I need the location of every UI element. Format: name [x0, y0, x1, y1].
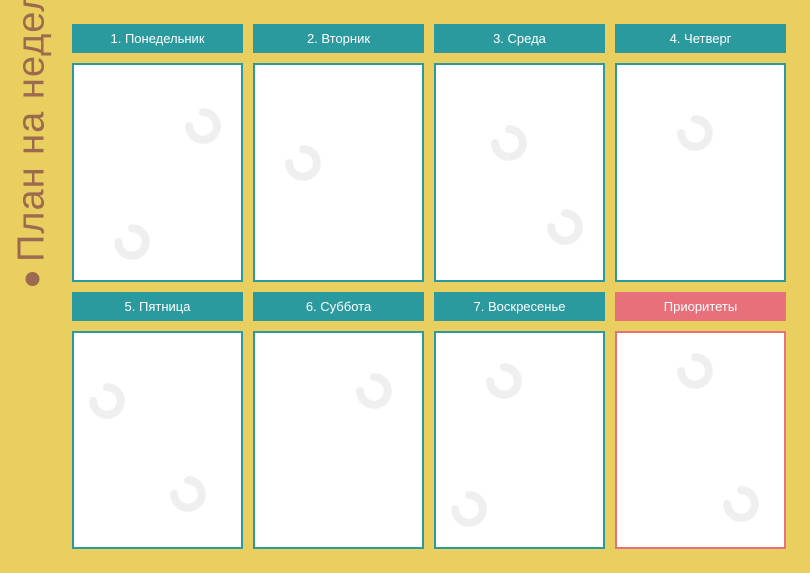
day-label: 4. Четверг: [670, 31, 732, 46]
watermark-icon: [84, 378, 130, 424]
planner-grid: 1. Понедельник 2. Вторник 3. Среда 4. Че…: [72, 24, 786, 549]
day-box-wednesday: [434, 63, 605, 282]
day-box-friday: [72, 331, 243, 550]
bullet-dot: [25, 272, 39, 286]
watermark-icon: [446, 486, 492, 532]
day-box-saturday: [253, 331, 424, 550]
watermark-icon: [481, 358, 527, 404]
priorities-box: [615, 331, 786, 550]
day-header-sunday: 7. Воскресенье: [434, 292, 605, 321]
day-label: 3. Среда: [493, 31, 546, 46]
watermark-icon: [718, 481, 764, 527]
watermark-icon: [542, 204, 588, 250]
day-box-tuesday: [253, 63, 424, 282]
day-label: 6. Суббота: [306, 299, 371, 314]
day-header-friday: 5. Пятница: [72, 292, 243, 321]
day-header-thursday: 4. Четверг: [615, 24, 786, 53]
day-header-saturday: 6. Суббота: [253, 292, 424, 321]
day-label: 5. Пятница: [125, 299, 191, 314]
day-label: 1. Понедельник: [110, 31, 204, 46]
day-label: 7. Воскресенье: [474, 299, 566, 314]
page-title: План на неделю: [11, 0, 54, 286]
watermark-icon: [672, 348, 718, 394]
watermark-icon: [486, 120, 532, 166]
watermark-icon: [180, 103, 226, 149]
day-box-sunday: [434, 331, 605, 550]
title-text: План на неделю: [11, 0, 54, 262]
day-box-monday: [72, 63, 243, 282]
watermark-icon: [280, 140, 326, 186]
priorities-header: Приоритеты: [615, 292, 786, 321]
priorities-label: Приоритеты: [664, 299, 737, 314]
day-header-monday: 1. Понедельник: [72, 24, 243, 53]
watermark-icon: [351, 368, 397, 414]
day-header-tuesday: 2. Вторник: [253, 24, 424, 53]
watermark-icon: [165, 471, 211, 517]
watermark-icon: [672, 110, 718, 156]
day-header-wednesday: 3. Среда: [434, 24, 605, 53]
watermark-icon: [109, 219, 155, 265]
day-label: 2. Вторник: [307, 31, 370, 46]
day-box-thursday: [615, 63, 786, 282]
